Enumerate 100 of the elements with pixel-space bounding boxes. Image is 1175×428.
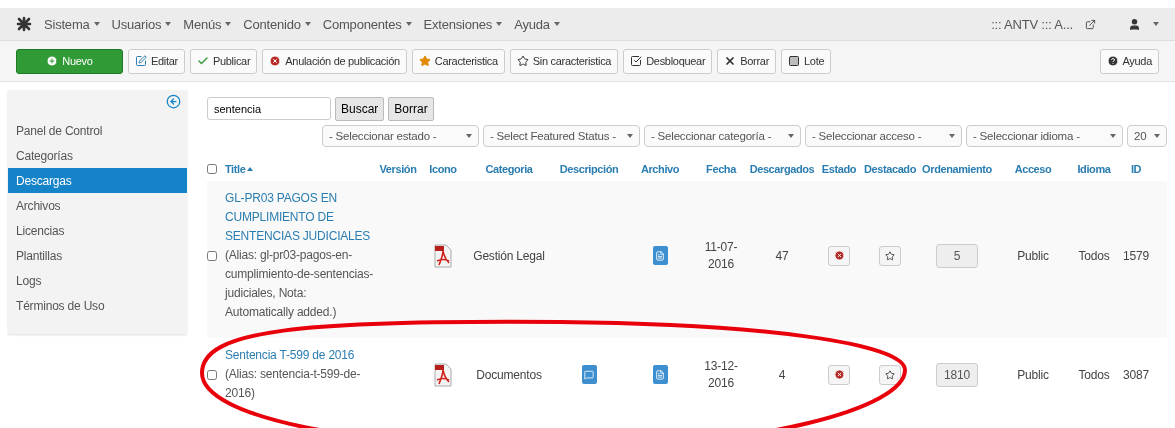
caret-icon bbox=[949, 134, 955, 138]
sidebar-item[interactable]: Categorías bbox=[8, 143, 187, 168]
toolbar-button[interactable]: Editar bbox=[128, 48, 185, 74]
filter-select[interactable]: - Select Featured Status - bbox=[483, 125, 640, 147]
external-link-icon[interactable] bbox=[1085, 18, 1096, 30]
table-cell-text: 3087 bbox=[1122, 367, 1150, 382]
sidebar-item[interactable]: Términos de Uso bbox=[8, 293, 187, 318]
table-cell-text: 47 bbox=[774, 248, 790, 263]
toolbar-button[interactable]: Borrar bbox=[717, 48, 777, 74]
edit-icon bbox=[135, 55, 147, 67]
help-button[interactable]: Ayuda bbox=[1099, 48, 1159, 74]
column-header[interactable]: Acceso bbox=[995, 163, 1071, 175]
ordering-field[interactable]: 1810 bbox=[936, 362, 978, 387]
column-header[interactable]: Destacado bbox=[861, 163, 919, 175]
table-cell-text: 13-12-2016 bbox=[703, 357, 739, 392]
star-icon bbox=[418, 55, 431, 67]
column-header[interactable]: Categoria bbox=[465, 163, 553, 175]
user-icon[interactable] bbox=[1128, 17, 1141, 31]
caret-icon bbox=[553, 22, 560, 26]
menu-item[interactable]: Extensiones bbox=[423, 16, 503, 32]
star-icon bbox=[885, 250, 895, 261]
filter-select[interactable]: - Seleccionar acceso - bbox=[805, 125, 962, 147]
column-header[interactable]: Descargados bbox=[747, 163, 817, 175]
file-icon[interactable] bbox=[652, 246, 668, 265]
menu-item[interactable]: Menús bbox=[183, 16, 232, 32]
collapse-icon[interactable] bbox=[166, 94, 181, 109]
filter-select[interactable]: - Seleccionar estado - bbox=[322, 125, 479, 147]
toolbar-button[interactable]: Nuevo bbox=[16, 48, 123, 74]
select-all-checkbox[interactable] bbox=[207, 164, 217, 174]
check-icon bbox=[196, 55, 209, 67]
table-cell-text: Todos bbox=[1077, 367, 1111, 382]
caret-icon bbox=[1154, 134, 1160, 138]
filter-select[interactable]: - Seleccionar idioma - bbox=[966, 125, 1123, 147]
caret-icon bbox=[93, 22, 100, 26]
toolbar-button[interactable]: Anulación de publicación bbox=[262, 48, 407, 74]
title-link[interactable]: Sentencia T-599 de 2016 bbox=[225, 346, 375, 365]
table-cell-text: Public bbox=[1016, 248, 1050, 263]
toolbar-button[interactable]: Sin caracteristica bbox=[509, 48, 619, 74]
filter-select[interactable]: - Seleccionar categoría - bbox=[644, 125, 801, 147]
toolbar-button[interactable]: Lote bbox=[781, 48, 832, 74]
table-cell-text: Todos bbox=[1077, 248, 1111, 263]
square-icon bbox=[788, 55, 801, 67]
caret-icon bbox=[466, 134, 472, 138]
sidebar-item[interactable]: Logs bbox=[8, 268, 187, 293]
comment-icon[interactable] bbox=[581, 365, 597, 384]
ordering-field[interactable]: 5 bbox=[936, 243, 978, 268]
column-header[interactable]: Title bbox=[225, 163, 375, 175]
menu-item[interactable]: Usuarios bbox=[111, 16, 172, 32]
caret-icon bbox=[1110, 134, 1116, 138]
sidebar-item[interactable]: Descargas bbox=[8, 168, 187, 193]
x-circle-icon bbox=[833, 250, 845, 261]
column-header[interactable]: Versión bbox=[375, 163, 421, 175]
column-header[interactable]: Fecha bbox=[695, 163, 747, 175]
help-icon bbox=[1106, 55, 1119, 67]
alias-text: (Alias: gl-pr03-pagos-en-cumplimiento-de-sentencias-judiciales, Nota: Automatically added.) bbox=[225, 247, 374, 321]
table-cell-text: Public bbox=[1016, 367, 1050, 382]
featured-button[interactable] bbox=[879, 245, 901, 266]
search-button[interactable]: Buscar bbox=[335, 97, 385, 121]
table-cell-text: Gestión Legal bbox=[472, 248, 546, 263]
column-header[interactable]: Estado bbox=[817, 163, 861, 175]
row-checkbox[interactable] bbox=[207, 369, 217, 380]
caret-icon bbox=[496, 22, 503, 26]
status-button[interactable] bbox=[828, 245, 850, 266]
sidebar-item[interactable]: Licencias bbox=[8, 218, 187, 243]
toolbar-button[interactable]: Desbloquear bbox=[623, 48, 713, 74]
file-icon[interactable] bbox=[652, 365, 668, 384]
x-circle-icon bbox=[269, 55, 282, 67]
table-cell-text: 11-07-2016 bbox=[703, 238, 739, 273]
sidebar-item[interactable]: Archivos bbox=[8, 193, 187, 218]
close-icon bbox=[724, 55, 737, 67]
caret-icon bbox=[1153, 22, 1159, 26]
caret-icon bbox=[405, 22, 412, 26]
menu-item[interactable]: Sistema bbox=[44, 16, 100, 32]
column-header[interactable]: Ordenamiento bbox=[919, 163, 995, 175]
caret-icon bbox=[165, 22, 172, 26]
search-field[interactable]: sentencia bbox=[207, 97, 331, 120]
column-header[interactable]: Descripción bbox=[553, 163, 625, 175]
status-button[interactable] bbox=[828, 364, 850, 385]
caret-icon bbox=[627, 134, 633, 138]
column-header[interactable]: Icono bbox=[421, 163, 465, 175]
menu-item[interactable]: Ayuda bbox=[514, 16, 560, 32]
column-header[interactable]: Archivo bbox=[625, 163, 695, 175]
plus-icon bbox=[46, 55, 59, 67]
checkbox-icon bbox=[630, 55, 643, 67]
caret-icon bbox=[225, 22, 232, 26]
toolbar-button[interactable]: Publicar bbox=[189, 48, 258, 74]
sidebar-item[interactable]: Panel de Control bbox=[8, 118, 187, 143]
featured-button[interactable] bbox=[879, 364, 901, 385]
menu-item[interactable]: Componentes bbox=[322, 16, 412, 32]
search-button[interactable]: Borrar bbox=[388, 97, 434, 121]
column-header[interactable]: Idioma bbox=[1071, 163, 1117, 175]
row-checkbox[interactable] bbox=[207, 250, 217, 261]
column-header[interactable]: ID bbox=[1117, 163, 1155, 175]
menu-item[interactable]: Contenido bbox=[243, 16, 311, 32]
toolbar-button[interactable]: Caracteristica bbox=[411, 48, 505, 74]
star-icon bbox=[885, 369, 895, 380]
title-link[interactable]: GL-PR03 PAGOS EN CUMPLIMIENTO DE SENTENCIAS JUDICIALES bbox=[225, 189, 375, 246]
sidebar-item[interactable]: Plantillas bbox=[8, 243, 187, 268]
filter-select[interactable]: 20 bbox=[1127, 125, 1167, 147]
site-link[interactable]: ::: ANTV ::: A... bbox=[991, 16, 1073, 32]
